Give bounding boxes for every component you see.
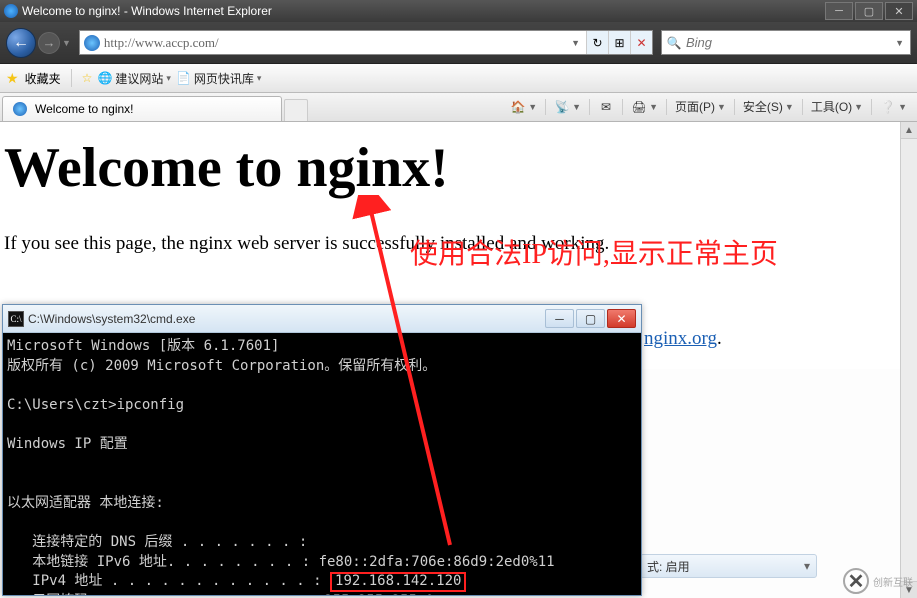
nginx-link[interactable]: nginx.org [644,328,717,349]
help-icon: ❔ [880,99,896,115]
rss-icon: 📡 [554,99,570,115]
cmd-tools[interactable]: 工具(O)▼ [807,95,867,118]
forward-button[interactable]: → [38,32,60,54]
url-input[interactable] [104,35,565,51]
page-icon: 📄 [177,71,191,85]
command-bar: 🏠▼ 📡▼ ✉ 🖨▼ 页面(P)▼ 安全(S)▼ 工具(O)▼ ❔▼ [506,92,915,121]
compat-button[interactable]: ⊞ [608,31,630,54]
cmd-icon: C:\ [8,311,24,327]
tab-title: Welcome to nginx! [35,102,134,116]
tab-active[interactable]: Welcome to nginx! [2,96,282,121]
cmd-safety[interactable]: 安全(S)▼ [739,95,798,118]
cmd-maximize-button[interactable]: ▢ [576,309,605,328]
history-dropdown[interactable]: ▼ [62,38,71,48]
page-scrollbar[interactable]: ▲ ▼ [900,122,917,598]
annotation-text: 使用合法IP访问,显示正常主页 [410,232,778,272]
status-fragment: 式: 启用 ▾ [640,554,817,578]
cmd-pre: Microsoft Windows [版本 6.1.7601] 版权所有 (c)… [7,338,555,589]
watermark-logo: ✕ [843,568,869,594]
link-label: 网页快讯库 [194,70,254,87]
window-titlebar: Welcome to nginx! - Windows Internet Exp… [0,0,917,22]
close-button[interactable]: ✕ [885,2,913,20]
menu-label: 安全(S) [743,98,783,115]
favorites-bar: ★ 收藏夹 ☆ 🌐 建议网站 📄 网页快讯库 [0,64,917,93]
cmd-window: C:\ C:\Windows\system32\cmd.exe ─ ▢ ✕ Mi… [2,304,642,596]
favorites-star-icon[interactable]: ★ [6,70,19,87]
cmd-mail[interactable]: ✉ [594,96,618,118]
cmd-output: Microsoft Windows [版本 6.1.7601] 版权所有 (c)… [3,333,641,595]
cmd-help[interactable]: ❔▼ [876,96,911,118]
minimize-button[interactable]: ─ [825,2,853,20]
search-icon: 🔍 [666,35,682,51]
cmd-post: 子网掩码 . . . . . . . . . . . . : 255.255.2… [7,593,473,595]
cmd-print[interactable]: 🖨▼ [627,96,662,118]
maximize-button[interactable]: ▢ [855,2,883,20]
navigation-bar: ← → ▼ ▼ ↻ ⊞ ✕ 🔍 ▼ [0,22,917,64]
cmd-titlebar[interactable]: C:\ C:\Windows\system32\cmd.exe ─ ▢ ✕ [3,305,641,333]
refresh-button[interactable]: ↻ [586,31,608,54]
watermark: ✕ 创新互联 [843,568,913,594]
ipv4-highlight: 192.168.142.120 [330,572,466,591]
search-input[interactable] [686,35,889,50]
globe-icon: 🌐 [98,71,112,85]
status-text: 式: 启用 [647,558,690,575]
cmd-title-text: C:\Windows\system32\cmd.exe [28,312,195,326]
window-title: Welcome to nginx! - Windows Internet Exp… [22,4,272,18]
new-tab-button[interactable] [284,99,308,121]
menu-label: 工具(O) [811,98,852,115]
tab-favicon [13,102,27,116]
cmd-minimize-button[interactable]: ─ [545,309,574,328]
search-box[interactable]: 🔍 ▼ [661,30,911,55]
chevron-down-icon[interactable]: ▾ [804,559,810,573]
cmd-close-button[interactable]: ✕ [607,309,636,328]
ie-icon [4,4,18,18]
mail-icon: ✉ [598,99,614,115]
favorites-label[interactable]: 收藏夹 [25,70,61,87]
separator [71,69,72,87]
tab-bar: Welcome to nginx! 🏠▼ 📡▼ ✉ 🖨▼ 页面(P)▼ 安全(S… [0,93,917,122]
suggested-sites-link[interactable]: 🌐 建议网站 [98,70,171,87]
stop-button[interactable]: ✕ [630,31,652,54]
web-slices-link[interactable]: 📄 网页快讯库 [177,70,262,87]
search-dropdown[interactable]: ▼ [889,38,910,48]
cmd-feeds[interactable]: 📡▼ [550,96,585,118]
menu-label: 页面(P) [675,98,715,115]
link-label: 建议网站 [115,70,163,87]
back-button[interactable]: ← [6,28,36,58]
address-dropdown[interactable]: ▼ [565,38,586,48]
cmd-page[interactable]: 页面(P)▼ [671,95,730,118]
watermark-text: 创新互联 [873,574,913,589]
print-icon: 🖨 [631,99,647,115]
address-bar[interactable]: ▼ ↻ ⊞ ✕ [79,30,653,55]
add-favorite-icon[interactable]: ☆ [82,71,93,85]
page-heading: Welcome to nginx! [4,140,913,196]
scroll-up-icon[interactable]: ▲ [901,122,917,139]
link-suffix: . [717,328,722,349]
cmd-home[interactable]: 🏠▼ [506,96,541,118]
home-icon: 🏠 [510,99,526,115]
site-icon [84,35,100,51]
